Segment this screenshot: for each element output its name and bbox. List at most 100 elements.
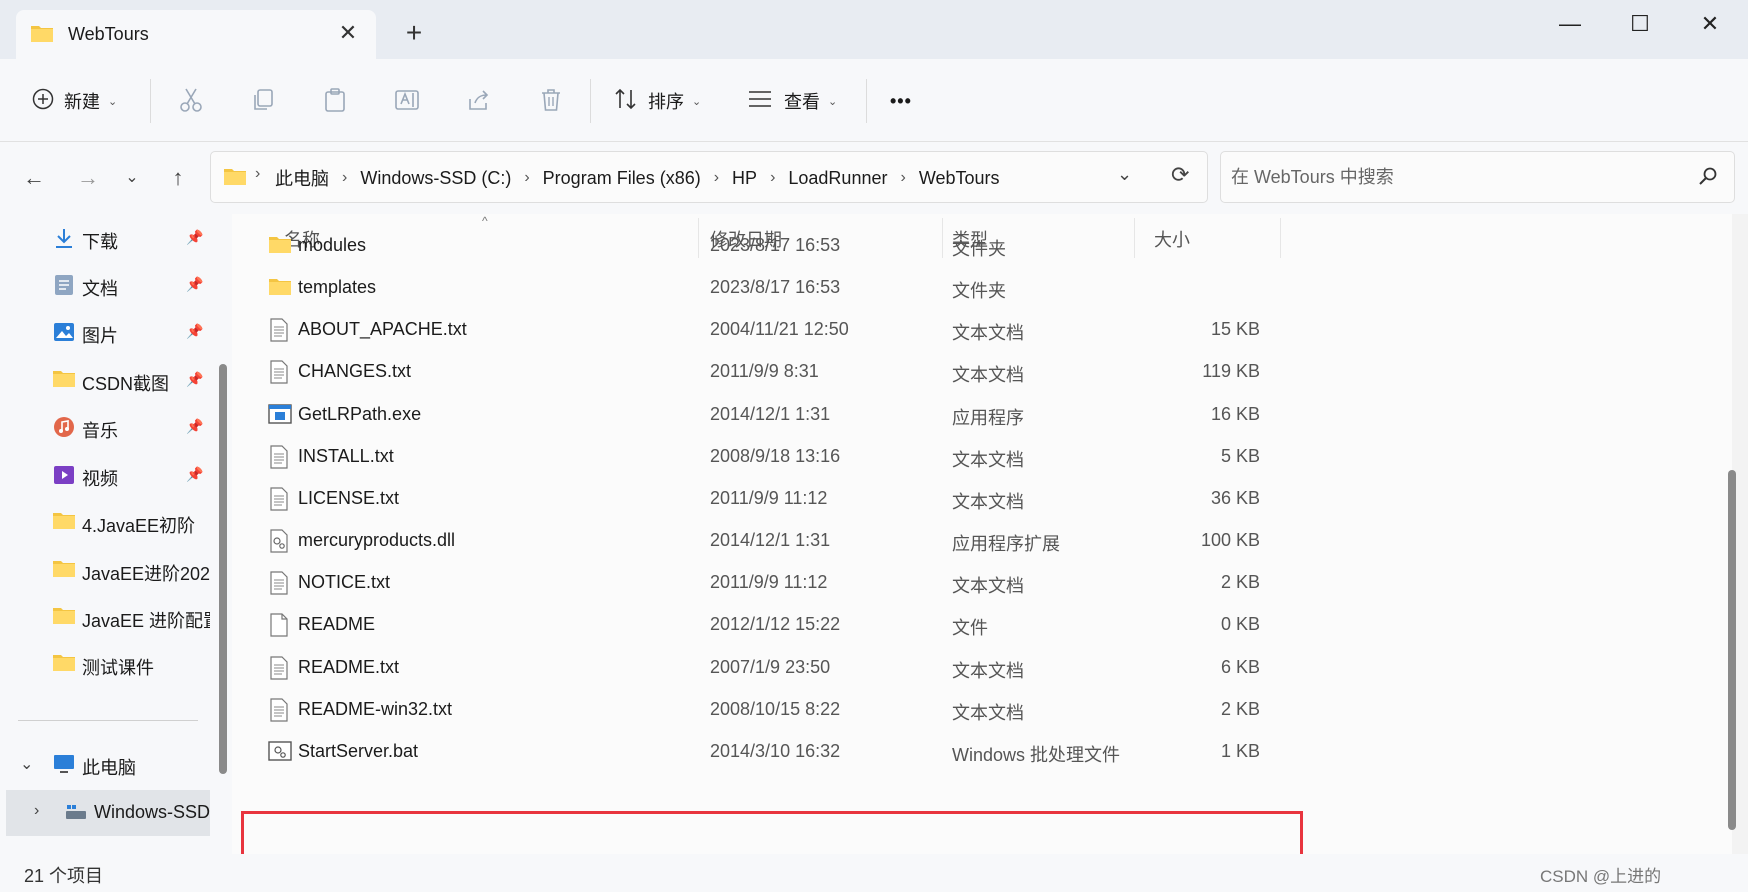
file-row[interactable]: mercuryproducts.dll 2014/12/1 1:31 应用程序扩展 1… [232, 517, 1292, 564]
documents-icon [52, 273, 76, 297]
file-size: 36 KB [1210, 487, 1260, 508]
forward-arrow-icon[interactable]: → [72, 162, 104, 194]
sidebar-item-javaee-config[interactable]: JavaEE 进阶配置 [0, 595, 210, 641]
search-box[interactable] [1220, 151, 1735, 203]
breadcrumb-item[interactable]: Program Files (x86) [543, 168, 701, 189]
file-type: 文件夹 [952, 281, 1006, 302]
sidebar-item-downloads[interactable]: 下载 📌 [0, 216, 210, 262]
view-label: 查看 [784, 92, 820, 112]
sidebar-item-javaee-advanced[interactable]: JavaEE进阶202 [0, 548, 210, 594]
delete-icon[interactable] [538, 87, 564, 113]
drive-icon [64, 802, 88, 827]
text-file-icon [268, 318, 292, 342]
file-row[interactable]: GetLRPath.exe 2014/12/1 1:31 应用程序 16 KB [232, 391, 1292, 438]
new-tab-button[interactable]: + [398, 18, 430, 50]
videos-icon [52, 463, 76, 487]
watermark: CSDN @上进的 [1540, 867, 1662, 886]
chevron-right-icon: › [900, 169, 906, 186]
sort-icon [614, 88, 638, 115]
refresh-icon[interactable]: ⟳ [1171, 162, 1189, 188]
breadcrumb-item[interactable]: WebTours [919, 168, 1000, 189]
file-type: 文本文档 [952, 660, 1024, 681]
file-name: NOTICE.txt [298, 572, 391, 593]
sidebar-item-javaee-basic[interactable]: 4.JavaEE初阶 [0, 500, 210, 546]
navigation-pane: 下载 📌 文档 📌 图片 📌 CSDN截图 📌 音乐 📌 视频 📌 4.Java… [0, 214, 232, 854]
file-list-scrollbar[interactable] [1728, 470, 1736, 830]
folder-icon [52, 368, 76, 392]
breadcrumb-item[interactable]: 此电脑 [275, 165, 329, 191]
status-bar: 21 个项目 CSDN @上进的 [0, 854, 1748, 892]
sidebar-item-label: 测试课件 [82, 658, 154, 678]
search-icon[interactable] [1698, 166, 1718, 191]
breadcrumb: 此电脑 › Windows-SSD (C:) › Program Files (… [275, 165, 1000, 191]
sort-button[interactable]: 排序 ⌄ [614, 83, 701, 119]
file-row[interactable]: README-win32.txt 2008/10/15 8:22 文本文档 2 KB [232, 686, 1292, 733]
sidebar-item-test-courseware[interactable]: 测试课件 [0, 642, 210, 688]
file-row[interactable]: StartServer.bat 2014/3/10 16:32 Windows 批处… [232, 728, 1292, 775]
file-row[interactable]: CHANGES.txt 2011/9/9 8:31 文本文档 119 KB [232, 348, 1292, 395]
file-row[interactable]: NOTICE.txt 2011/9/9 11:12 文本文档 2 KB [232, 559, 1292, 606]
folder-icon [30, 23, 54, 48]
file-type: 文本文档 [952, 449, 1024, 470]
file-date: 2008/10/15 8:22 [710, 698, 841, 719]
sidebar-item-label: 图片 [82, 326, 118, 346]
paste-icon[interactable] [322, 87, 348, 113]
file-type: Windows 批处理文件 [952, 744, 1121, 765]
file-name: mercuryproducts.dll [298, 530, 456, 551]
file-row[interactable]: README 2012/1/12 15:22 文件 0 KB [232, 601, 1292, 648]
maximize-button[interactable]: ☐ [1610, 6, 1670, 42]
file-date: 2011/9/9 8:31 [710, 361, 819, 382]
close-window-button[interactable]: ✕ [1680, 6, 1740, 42]
sidebar-item-documents[interactable]: 文档 📌 [0, 263, 210, 309]
tab-webtours[interactable]: WebTours ✕ [16, 10, 376, 59]
item-count: 21 个项目 [24, 866, 104, 886]
file-row[interactable]: INSTALL.txt 2008/9/18 13:16 文本文档 5 KB [232, 433, 1292, 480]
file-row[interactable]: LICENSE.txt 2011/9/9 11:12 文本文档 36 KB [232, 475, 1292, 522]
tab-close-button[interactable]: ✕ [334, 20, 362, 48]
text-file-icon [268, 360, 292, 385]
minimize-button[interactable]: — [1540, 6, 1600, 42]
file-size: 0 KB [1220, 614, 1260, 635]
search-input[interactable] [1231, 164, 1671, 190]
recent-locations-chevron-icon[interactable]: ⌄ [116, 162, 148, 194]
file-name: GetLRPath.exe [298, 403, 422, 424]
sidebar-item-label: 文档 [82, 279, 118, 299]
sidebar-item-csdn[interactable]: CSDN截图 📌 [0, 358, 210, 404]
file-name: ABOUT_APACHE.txt [298, 319, 467, 340]
new-button[interactable]: 新建 ⌄ [32, 83, 117, 119]
breadcrumb-item[interactable]: LoadRunner [788, 168, 887, 189]
sidebar-item-pictures[interactable]: 图片 📌 [0, 310, 210, 356]
file-date: 2014/12/1 1:31 [710, 530, 831, 551]
file-row[interactable]: modules 2023/8/17 16:53 文件夹 [232, 222, 1292, 269]
folder-icon [52, 558, 76, 582]
sidebar-item-label: 此电脑 [82, 758, 136, 778]
breadcrumb-item[interactable]: Windows-SSD (C:) [360, 168, 511, 189]
file-date: 2011/9/9 11:12 [710, 487, 828, 508]
sidebar-scrollbar[interactable] [219, 364, 227, 774]
divider [590, 79, 591, 123]
breadcrumb-item[interactable]: HP [732, 168, 757, 189]
file-row[interactable]: templates 2023/8/17 16:53 文件夹 [232, 264, 1292, 311]
file-date: 2014/12/1 1:31 [710, 403, 831, 424]
view-list-icon [748, 90, 772, 113]
file-row[interactable]: README.txt 2007/1/9 23:50 文本文档 6 KB [232, 644, 1292, 691]
share-icon[interactable] [466, 87, 492, 113]
more-options-button[interactable]: ••• [890, 83, 912, 119]
sidebar-item-label: JavaEE进阶202 [82, 564, 210, 584]
chevron-down-icon: ⌄ [20, 756, 34, 773]
sidebar-item-videos[interactable]: 视频 📌 [0, 453, 210, 499]
sidebar-item-this-pc[interactable]: ⌄ 此电脑 [0, 742, 210, 788]
rename-icon[interactable] [394, 87, 420, 113]
view-button[interactable]: 查看 ⌄ [748, 83, 837, 119]
back-arrow-icon[interactable]: ← [18, 162, 50, 194]
file-name: LICENSE.txt [298, 487, 400, 508]
file-row[interactable]: ABOUT_APACHE.txt 2004/11/21 12:50 文本文档 15 K… [232, 306, 1292, 353]
address-bar[interactable]: › 此电脑 › Windows-SSD (C:) › Program Files… [210, 151, 1208, 203]
address-history-chevron-icon[interactable]: ⌄ [1117, 164, 1132, 185]
cut-icon[interactable] [178, 87, 204, 113]
sidebar-item-drive[interactable]: › Windows-SSD [6, 790, 210, 836]
up-arrow-icon[interactable]: ↑ [162, 162, 194, 194]
text-file-icon [268, 571, 292, 595]
sidebar-item-music[interactable]: 音乐 📌 [0, 405, 210, 451]
copy-icon[interactable] [250, 87, 276, 113]
